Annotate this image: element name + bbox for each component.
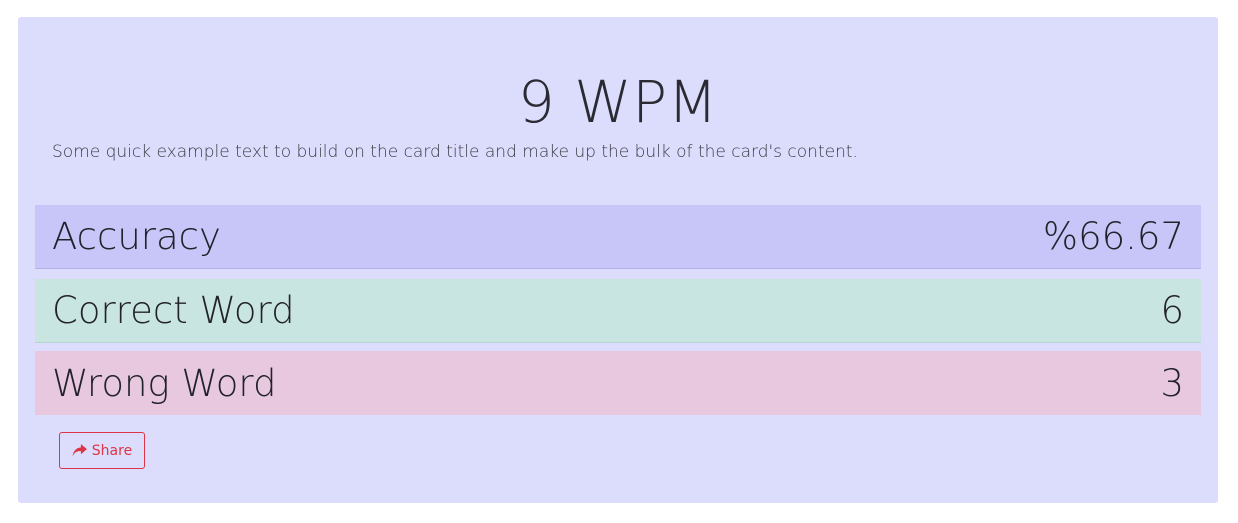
stat-row-accuracy: Accuracy %66.67 <box>35 205 1201 269</box>
share-button[interactable]: Share <box>59 432 145 469</box>
stat-value-correct-word: 6 <box>1160 289 1184 332</box>
share-icon <box>72 444 87 457</box>
card-description: Some quick example text to build on the … <box>52 142 858 162</box>
stat-label-wrong-word: Wrong Word <box>52 361 277 405</box>
wpm-title: 9 WPM <box>517 68 719 136</box>
stat-label-accuracy: Accuracy <box>52 215 221 258</box>
share-button-label: Share <box>91 442 133 459</box>
stat-row-wrong-word: Wrong Word 3 <box>35 351 1201 415</box>
stat-value-accuracy: %66.67 <box>1042 215 1184 258</box>
stat-value-wrong-word: 3 <box>1160 361 1184 405</box>
stat-label-correct-word: Correct Word <box>52 289 295 332</box>
result-card: 9 WPM Some quick example text to build o… <box>18 17 1218 503</box>
stat-row-correct-word: Correct Word 6 <box>35 279 1201 343</box>
